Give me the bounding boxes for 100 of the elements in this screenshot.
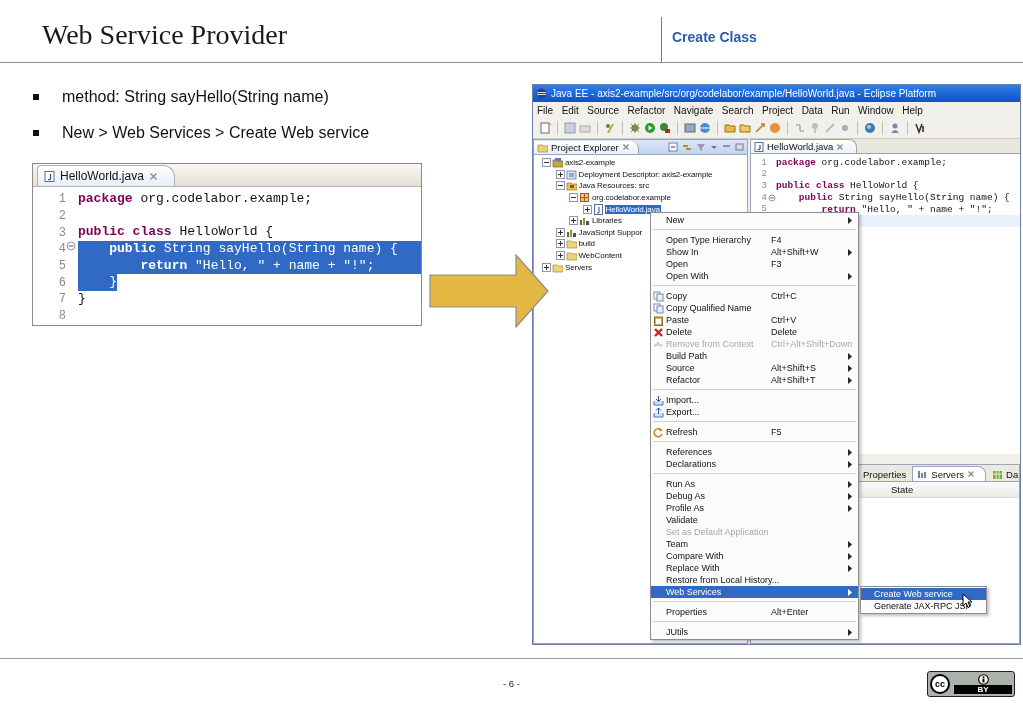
tree-item[interactable]: org.codelabor.example bbox=[591, 193, 672, 203]
panel-tab[interactable]: Servers bbox=[912, 466, 987, 481]
code-line: } bbox=[78, 291, 86, 308]
menu-item[interactable]: File bbox=[537, 104, 554, 116]
menu-item[interactable]: Edit bbox=[561, 104, 579, 116]
menu-item[interactable]: Refresh F5 bbox=[651, 426, 858, 438]
person-icon[interactable] bbox=[889, 122, 901, 134]
close-icon bbox=[836, 142, 845, 151]
code-line: return "Hello, " + name + "!"; bbox=[820, 203, 993, 215]
bug-icon[interactable] bbox=[629, 122, 641, 134]
text-icon[interactable] bbox=[914, 122, 926, 134]
menu-item[interactable]: Refactor Alt+Shift+T bbox=[651, 374, 858, 386]
bullet-text: New > Web Services > Create Web service bbox=[62, 124, 370, 142]
tree-item[interactable]: WebContent bbox=[577, 251, 623, 261]
menu-item[interactable]: Show In Alt+Shift+W bbox=[651, 246, 858, 258]
menu-item[interactable]: Copy Ctrl+C bbox=[651, 290, 858, 302]
link-icon[interactable] bbox=[682, 142, 692, 152]
menu-item[interactable]: Search bbox=[721, 104, 754, 116]
maximize-icon[interactable] bbox=[735, 142, 744, 152]
menu-item[interactable]: Data bbox=[801, 104, 823, 116]
document-icon[interactable] bbox=[539, 122, 551, 134]
filter-icon[interactable] bbox=[696, 142, 706, 152]
menu-item[interactable]: Compare With bbox=[651, 550, 858, 562]
tree-item[interactable]: Java Resources: src bbox=[577, 181, 651, 191]
shortcut-label: Alt+Shift+S bbox=[771, 363, 817, 373]
pin-icon[interactable] bbox=[809, 122, 821, 134]
folder-icon[interactable] bbox=[724, 122, 736, 134]
menu-item[interactable]: Replace With bbox=[651, 562, 858, 574]
tree-item[interactable]: Servers bbox=[564, 262, 593, 272]
tree-item[interactable]: axis2-example bbox=[564, 158, 617, 168]
menu-item[interactable]: Export... bbox=[651, 406, 858, 418]
menu-item[interactable]: Build Path bbox=[651, 350, 858, 362]
descriptor-icon bbox=[565, 168, 577, 180]
disc-icon[interactable] bbox=[769, 122, 781, 134]
menu-item[interactable]: Project bbox=[762, 104, 794, 116]
server-icon[interactable] bbox=[684, 122, 696, 134]
export-icon bbox=[653, 406, 664, 418]
panel-tab[interactable]: Da bbox=[988, 467, 1023, 481]
menu-item[interactable]: New bbox=[651, 214, 858, 226]
column-header[interactable]: State bbox=[891, 484, 914, 495]
tree-item[interactable]: Deployment Descriptor: axis2-example bbox=[577, 169, 714, 179]
menu-item[interactable]: Open Type Hierarchy F4 bbox=[651, 234, 858, 246]
tree-item[interactable]: build bbox=[577, 239, 596, 249]
menu-item[interactable]: Paste Ctrl+V bbox=[651, 314, 858, 326]
tree-item[interactable]: Libraries bbox=[591, 216, 623, 226]
folder-icon bbox=[552, 261, 563, 273]
menu-item[interactable]: Import... bbox=[651, 394, 858, 406]
menu-item[interactable]: Source Alt+Shift+S bbox=[651, 362, 858, 374]
menu-item[interactable]: Profile As bbox=[651, 502, 858, 514]
menu-item[interactable]: Help bbox=[902, 104, 923, 116]
delete-icon bbox=[653, 326, 664, 338]
database-icon bbox=[992, 468, 1004, 480]
panel-tab[interactable]: Properties bbox=[859, 467, 911, 481]
eclipse-logo-icon bbox=[536, 88, 547, 99]
collapse-all-icon[interactable] bbox=[668, 142, 678, 152]
cc-mark: cc bbox=[930, 673, 950, 694]
line-number: 4 bbox=[760, 192, 767, 203]
menu-item[interactable]: Refactor bbox=[627, 104, 666, 116]
menu-item[interactable]: JUtils bbox=[651, 626, 858, 638]
folder-icon bbox=[565, 238, 577, 250]
refresh-icon bbox=[653, 426, 664, 438]
line-number: 3 bbox=[57, 225, 66, 240]
globe-icon[interactable] bbox=[699, 122, 711, 134]
view-tab[interactable]: Project Explorer bbox=[534, 140, 639, 154]
menu-item[interactable]: Declarations bbox=[651, 458, 858, 470]
menu-item[interactable]: Restore from Local History... bbox=[651, 574, 858, 586]
close-icon bbox=[148, 171, 158, 181]
java-file-icon bbox=[44, 170, 55, 182]
shortcut-label: F4 bbox=[771, 235, 782, 245]
shortcut-label: F5 bbox=[771, 427, 782, 437]
line-number: 1 bbox=[57, 192, 66, 207]
code-line: package org.codelabor.example; bbox=[776, 157, 948, 169]
folder-icon bbox=[565, 250, 577, 262]
code-line: public String sayHello(String name) { bbox=[797, 192, 1010, 204]
bullet-text: method: String sayHello(String name) bbox=[62, 88, 329, 106]
menu-item[interactable]: Create Web service bbox=[861, 588, 986, 600]
tree-item[interactable]: JavaScript Suppor bbox=[577, 227, 644, 237]
menu-item[interactable]: Open F3 bbox=[651, 258, 858, 270]
menu-item[interactable]: Source bbox=[587, 104, 620, 116]
line-number: 2 bbox=[57, 209, 66, 224]
tree-item[interactable]: HelloWorld.java bbox=[604, 204, 661, 214]
menu-item[interactable]: Copy Qualified Name bbox=[651, 302, 858, 314]
window-title: Java EE - axis2-example/src/org/codelabor/example/HelloWorld.java - Eclipse Platform bbox=[551, 88, 936, 99]
menu-item[interactable]: Properties Alt+Enter bbox=[651, 606, 858, 618]
menu-item[interactable]: Window bbox=[858, 104, 894, 116]
menu-item[interactable]: Web Services bbox=[651, 586, 858, 598]
menu-item[interactable]: Navigate bbox=[673, 104, 714, 116]
menu-item[interactable]: Delete Delete bbox=[651, 326, 858, 338]
menu-item[interactable]: Team bbox=[651, 538, 858, 550]
editor-tab[interactable]: HelloWorld.java bbox=[37, 165, 175, 186]
menu-item[interactable]: Debug As bbox=[651, 490, 858, 502]
menu-item[interactable]: Run As bbox=[651, 478, 858, 490]
menu-item[interactable]: References bbox=[651, 446, 858, 458]
run-icon[interactable] bbox=[644, 122, 656, 134]
menu-item[interactable]: Open With bbox=[651, 270, 858, 282]
globe-icon[interactable] bbox=[864, 122, 876, 134]
menu-item[interactable]: Validate bbox=[651, 514, 858, 526]
folder-icon[interactable] bbox=[739, 122, 751, 134]
editor-tab[interactable]: HelloWorld.java bbox=[750, 139, 858, 153]
menu-item[interactable]: Run bbox=[831, 104, 850, 116]
